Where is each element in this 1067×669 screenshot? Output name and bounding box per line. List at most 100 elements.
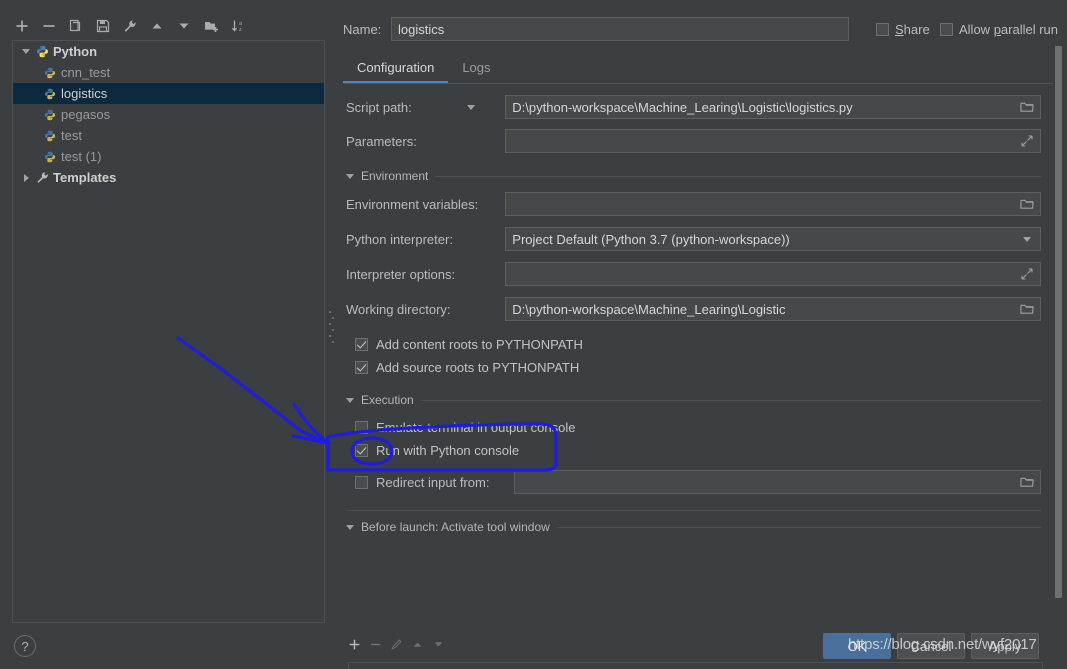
section-rule (435, 176, 1041, 177)
python-file-icon (41, 146, 59, 167)
browse-folder-icon[interactable] (1018, 98, 1036, 116)
tree-item-label: test (1) (59, 149, 101, 164)
name-input[interactable] (391, 17, 849, 41)
working-directory-value: D:\python-workspace\Machine_Learing\Logi… (512, 302, 1018, 317)
python-interpreter-select[interactable]: Project Default (Python 3.7 (python-work… (505, 227, 1041, 251)
chevron-down-icon[interactable] (346, 174, 354, 179)
add-task-icon[interactable] (348, 638, 361, 656)
environment-section-label: Environment (361, 169, 428, 183)
tree-item-python[interactable]: Python (13, 41, 324, 62)
copy-icon[interactable] (64, 15, 88, 37)
tree-item-logistics[interactable]: logistics (13, 83, 324, 104)
python-file-icon (41, 104, 59, 125)
interpreter-options-label: Interpreter options: (346, 267, 505, 282)
chevron-right-icon[interactable] (19, 167, 33, 188)
python-interpreter-row: Python interpreter: Project Default (Pyt… (346, 227, 1041, 251)
browse-folder-icon[interactable] (1018, 195, 1036, 213)
add-source-roots-checkbox-box[interactable] (355, 361, 368, 374)
run-with-python-console-label: Run with Python console (376, 443, 519, 458)
working-directory-label: Working directory: (346, 302, 505, 317)
redirect-input-checkbox-box[interactable] (355, 476, 368, 489)
move-task-down-icon (432, 638, 445, 656)
working-directory-input[interactable]: D:\python-workspace\Machine_Learing\Logi… (505, 297, 1041, 321)
chevron-down-icon[interactable] (346, 398, 354, 403)
scrollbar-thumb[interactable] (1055, 46, 1062, 598)
expand-editor-icon[interactable] (1018, 132, 1036, 150)
environment-section-header[interactable]: Environment (346, 169, 1041, 183)
browse-folder-icon[interactable] (1018, 473, 1036, 491)
tree-item-pegasos[interactable]: pegasos (13, 104, 324, 125)
remove-icon[interactable] (37, 15, 61, 37)
tree-item-test[interactable]: test (13, 125, 324, 146)
tree-item-test-1[interactable]: test (1) (13, 146, 324, 167)
save-icon[interactable] (91, 15, 115, 37)
redirect-input-field[interactable] (514, 470, 1041, 494)
configurations-tree[interactable]: Python cnn_test logistics pegasos (12, 40, 325, 623)
wrench-icon[interactable] (118, 15, 142, 37)
parameters-label: Parameters: (346, 134, 505, 149)
tab-configuration[interactable]: Configuration (343, 56, 448, 81)
move-task-up-icon (411, 638, 424, 656)
tab-label: Configuration (357, 60, 434, 75)
sidebar-toolbar: az (10, 14, 250, 38)
parameters-input[interactable] (505, 129, 1041, 153)
execution-section-label: Execution (361, 393, 414, 407)
configuration-form: Script path: D:\python-workspace\Machine… (343, 90, 1043, 610)
environment-variables-input[interactable] (505, 192, 1041, 216)
python-icon (33, 41, 51, 62)
wrench-icon (33, 167, 51, 188)
before-launch-task-list[interactable]: There are no tasks to run before launch (348, 662, 1043, 669)
emulate-terminal-label: Emulate terminal in output console (376, 420, 575, 435)
new-folder-icon[interactable] (199, 15, 223, 37)
share-checkbox[interactable]: Share (876, 22, 930, 37)
edit-task-icon (390, 638, 403, 656)
script-path-input[interactable]: D:\python-workspace\Machine_Learing\Logi… (505, 95, 1041, 119)
share-checkbox-box[interactable] (876, 23, 889, 36)
add-content-roots-checkbox-box[interactable] (355, 338, 368, 351)
chevron-down-icon[interactable] (1018, 230, 1036, 248)
configuration-editor: Name: Share Allow parallel run Configura… (336, 0, 1067, 669)
run-with-python-console-checkbox-box[interactable] (355, 444, 368, 457)
tree-item-cnn-test[interactable]: cnn_test (13, 62, 324, 83)
sort-alphabetically-icon[interactable]: az (226, 15, 250, 37)
add-icon[interactable] (10, 15, 34, 37)
move-up-icon[interactable] (145, 15, 169, 37)
run-with-python-console-checkbox[interactable]: Run with Python console (355, 443, 519, 458)
working-directory-row: Working directory: D:\python-workspace\M… (346, 297, 1041, 321)
browse-folder-icon[interactable] (1018, 300, 1036, 318)
environment-variables-label: Environment variables: (346, 197, 505, 212)
move-down-icon[interactable] (172, 15, 196, 37)
tab-label: Logs (462, 60, 490, 75)
allow-parallel-run-checkbox-box[interactable] (940, 23, 953, 36)
editor-tabs: Configuration Logs (343, 56, 1059, 83)
emulate-terminal-checkbox-box[interactable] (355, 421, 368, 434)
python-file-icon (41, 125, 59, 146)
execution-section-header[interactable]: Execution (346, 393, 1041, 407)
section-rule (421, 400, 1041, 401)
tree-item-templates[interactable]: Templates (13, 167, 324, 188)
tab-logs[interactable]: Logs (448, 56, 504, 81)
expand-editor-icon[interactable] (1018, 265, 1036, 283)
add-source-roots-checkbox[interactable]: Add source roots to PYTHONPATH (355, 360, 579, 375)
tree-item-label: cnn_test (59, 65, 110, 80)
remove-task-icon (369, 638, 382, 656)
before-launch-section-header[interactable]: Before launch: Activate tool window (346, 520, 1041, 534)
chevron-down-icon[interactable] (19, 41, 33, 62)
script-path-row: Script path: D:\python-workspace\Machine… (346, 95, 1041, 119)
python-interpreter-value: Project Default (Python 3.7 (python-work… (512, 232, 1018, 247)
panel-splitter[interactable] (327, 0, 336, 669)
script-path-mode-dropdown[interactable] (467, 105, 505, 110)
interpreter-options-input[interactable] (505, 262, 1041, 286)
parameters-row: Parameters: (346, 129, 1041, 153)
script-path-label: Script path: (346, 100, 467, 115)
help-icon: ? (21, 639, 28, 654)
python-interpreter-label: Python interpreter: (346, 232, 505, 247)
chevron-down-icon[interactable] (346, 525, 354, 530)
vertical-scrollbar[interactable] (1053, 46, 1063, 622)
emulate-terminal-checkbox[interactable]: Emulate terminal in output console (355, 420, 575, 435)
add-content-roots-checkbox[interactable]: Add content roots to PYTHONPATH (355, 337, 583, 352)
add-content-roots-label: Add content roots to PYTHONPATH (376, 337, 583, 352)
allow-parallel-run-checkbox[interactable]: Allow parallel run (940, 22, 1058, 37)
configurations-sidebar: az Python cnn_test (0, 0, 326, 669)
help-button[interactable]: ? (14, 635, 36, 657)
